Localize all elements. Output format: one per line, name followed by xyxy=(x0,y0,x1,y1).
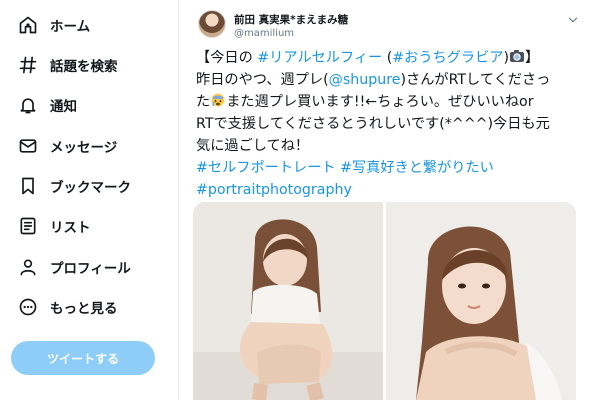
more-icon xyxy=(18,297,38,317)
chevron-down-icon[interactable] xyxy=(566,12,580,26)
nav-item-more[interactable]: もっと見る xyxy=(8,290,168,324)
nav-label: 話題を検索 xyxy=(50,59,118,75)
tweet-photo-2[interactable] xyxy=(386,202,576,400)
nav-label: ホーム xyxy=(50,19,91,35)
tweet-card: 前田 真実果*まえまみ糖 @mamilium 【今日の #リアルセルフィー (#… xyxy=(179,0,600,400)
nav-label: メッセージ xyxy=(50,140,118,156)
person-icon xyxy=(18,257,38,277)
tweet-media[interactable] xyxy=(193,202,576,400)
tweet-text-segment: また週プレ買います!!←ちょろい。ぜひいいねor xyxy=(226,94,534,110)
tweet-text-line: 昨日のやつ、週プレ(@shupure)さんがRTしてくださっ xyxy=(196,69,596,91)
nav-item-profile[interactable]: プロフィール xyxy=(8,250,168,284)
hashtag-link[interactable]: #写真好きと繋がりたい xyxy=(340,160,494,176)
bookmark-icon xyxy=(18,176,38,196)
tweet-text-line: RTで支援してくださるとうれしいです(*^^^)今日も元 xyxy=(196,113,596,135)
list-icon xyxy=(18,216,38,236)
envelope-icon xyxy=(18,136,38,156)
tweet-text-line: 気に過ごしてね！ xyxy=(196,135,596,157)
hashtag-icon xyxy=(18,55,38,75)
nav-label: もっと見る xyxy=(50,301,118,317)
tweet-text-line: #portraitphotography xyxy=(196,179,596,201)
camera-emoji xyxy=(510,50,525,62)
home-icon xyxy=(18,15,38,35)
photo-portrait-2 xyxy=(386,202,576,400)
photo-portrait-1 xyxy=(193,202,383,400)
hashtag-link[interactable]: #おうちグラビア xyxy=(392,50,503,66)
nav-item-home[interactable]: ホーム xyxy=(8,8,168,42)
tweet-text-segment: 】 xyxy=(525,50,540,66)
nav-item-explore[interactable]: 話題を検索 xyxy=(8,48,168,82)
hashtag-link[interactable]: #portraitphotography xyxy=(196,182,352,198)
tweet-text-segment: た xyxy=(196,94,211,110)
tweet-text-line: たまた週プレ買います!!←ちょろい。ぜひいいねor xyxy=(196,91,596,113)
nav-label: ブックマーク xyxy=(50,180,131,196)
nav-item-notifications[interactable]: 通知 xyxy=(8,88,168,122)
sidebar-nav: ホーム 話題を検索 通知 メッセージ ブックマーク リスト プロフィール もっと… xyxy=(0,0,178,400)
tweet-text-line: #セルフポートレート #写真好きと繋がりたい xyxy=(196,157,596,179)
nav-item-lists[interactable]: リスト xyxy=(8,209,168,243)
nav-item-messages[interactable]: メッセージ xyxy=(8,129,168,163)
tweet-text-segment: 気に過ごしてね！ xyxy=(196,138,310,154)
hashtag-link[interactable]: #セルフポートレート xyxy=(196,160,336,176)
tweet-text-segment: ( xyxy=(382,50,393,66)
crying-face-emoji xyxy=(211,93,225,107)
user-handle[interactable]: @mamilium xyxy=(234,28,294,39)
nav-label: リスト xyxy=(50,220,91,236)
tweet-text-line: 【今日の #リアルセルフィー (#おうちグラビア)】 xyxy=(196,47,596,69)
tweet-photo-1[interactable] xyxy=(193,202,383,400)
nav-item-bookmarks[interactable]: ブックマーク xyxy=(8,169,168,203)
nav-label: 通知 xyxy=(50,99,77,115)
mention-link[interactable]: @shupure xyxy=(329,72,401,88)
tweet-text: 【今日の #リアルセルフィー (#おうちグラビア)】昨日のやつ、週プレ(@shu… xyxy=(196,47,596,201)
bell-icon xyxy=(18,95,38,115)
tweet-text-segment: )さんがRTしてくださっ xyxy=(400,72,551,88)
tweet-text-segment: 昨日のやつ、週プレ( xyxy=(196,72,329,88)
tweet-text-segment: RTで支援してくださるとうれしいです(*^^^)今日も元 xyxy=(196,116,550,132)
nav-label: プロフィール xyxy=(50,261,131,277)
tweet-button[interactable]: ツイートする xyxy=(11,341,155,375)
tweet-text-segment: 【今日の xyxy=(196,50,258,66)
hashtag-link[interactable]: #リアルセルフィー xyxy=(257,50,382,66)
avatar[interactable] xyxy=(198,10,226,38)
display-name[interactable]: 前田 真実果*まえまみ糖 xyxy=(234,12,348,27)
